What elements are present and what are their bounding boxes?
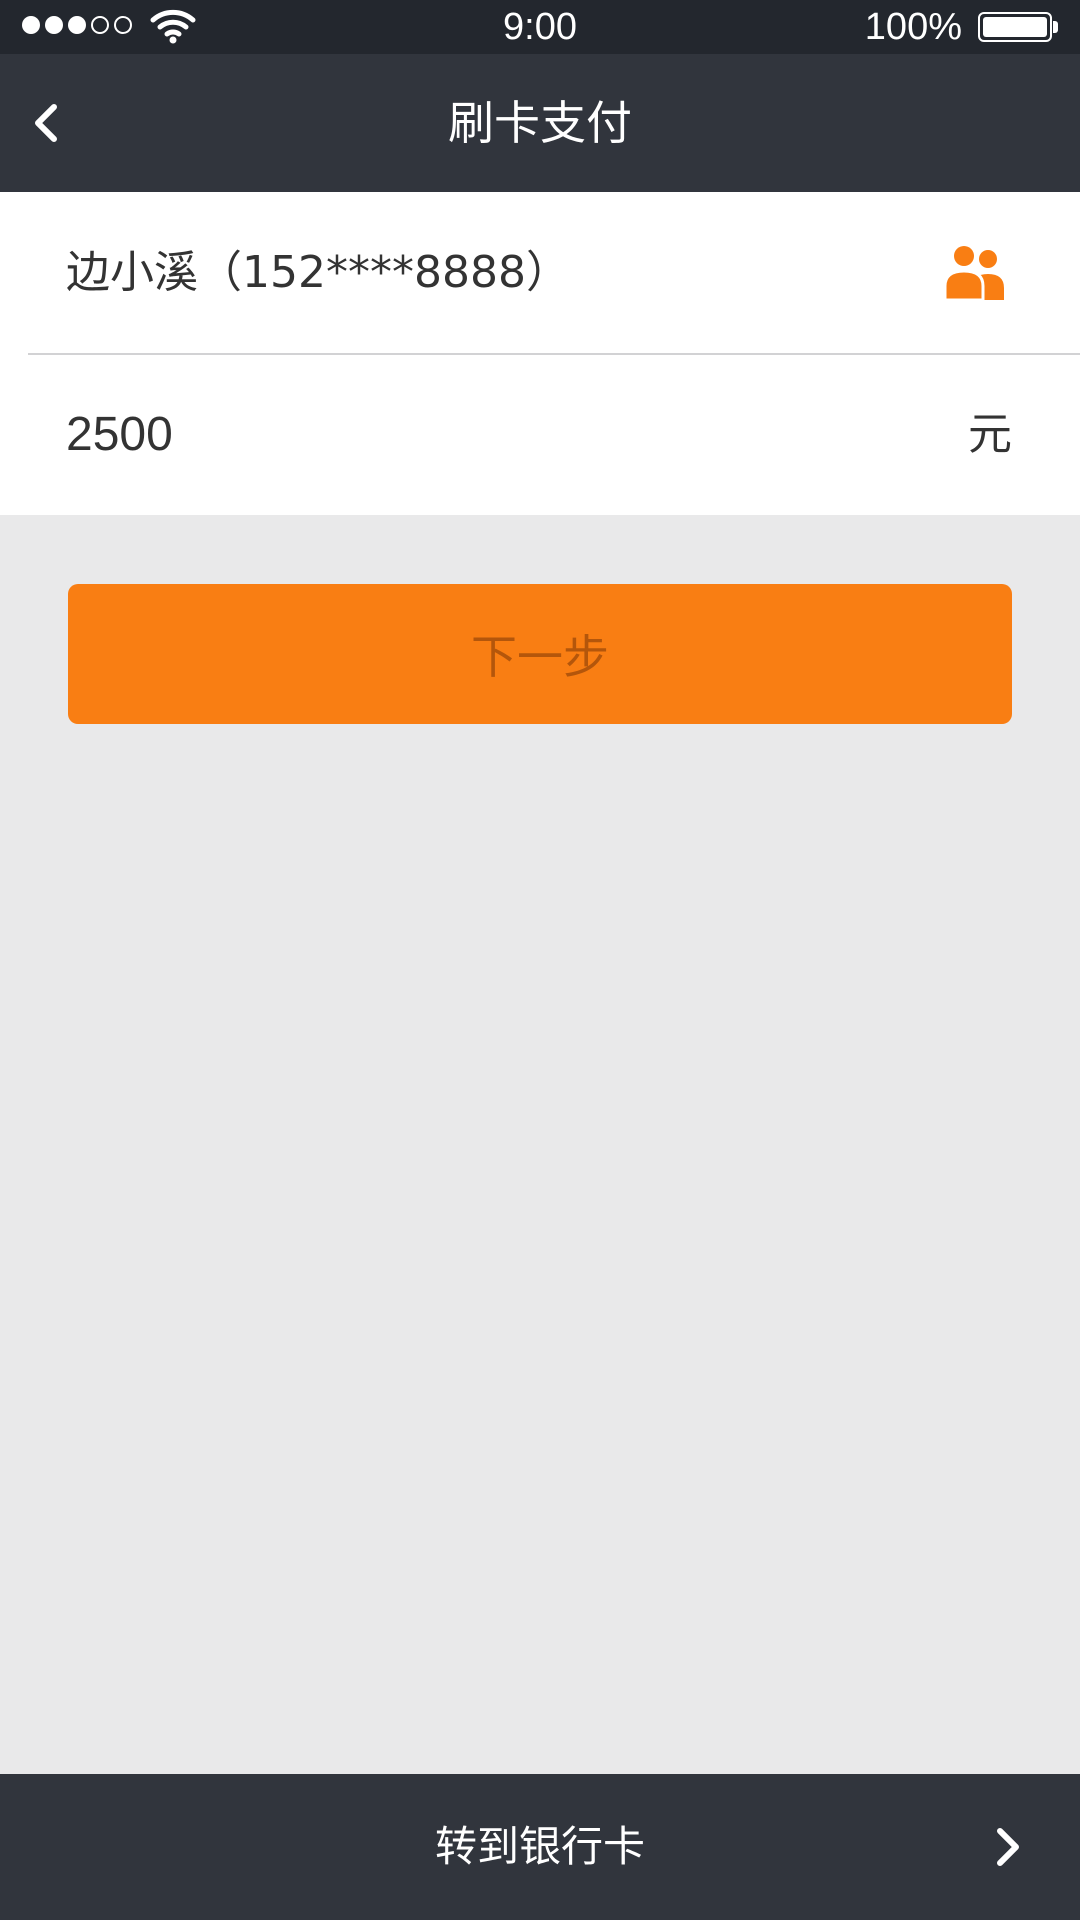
amount-input[interactable] xyxy=(66,354,866,515)
nav-bar: 刷卡支付 xyxy=(0,54,1080,192)
back-button[interactable] xyxy=(14,87,86,159)
payee-label: 边小溪（152****8888） xyxy=(66,247,570,298)
battery-percent: 100% xyxy=(864,6,962,48)
screen: 9:00 100% 刷卡支付 边小溪（152****8888） 2500 元 下… xyxy=(0,0,1080,1920)
currency-unit: 元 xyxy=(968,409,1012,460)
transfer-to-bank-card-bar[interactable]: 转到银行卡 xyxy=(0,1774,1080,1920)
battery-fill xyxy=(983,17,1047,37)
battery-cap xyxy=(1053,21,1058,33)
payee-row[interactable]: 边小溪（152****8888） xyxy=(0,192,1080,353)
chevron-right-icon xyxy=(997,1828,1019,1866)
chevron-left-icon xyxy=(35,104,57,142)
next-step-button[interactable]: 下一步 xyxy=(68,584,1012,724)
transfer-to-bank-card-label: 转到银行卡 xyxy=(434,1822,645,1871)
contacts-icon[interactable] xyxy=(942,244,1012,300)
battery-icon xyxy=(978,12,1052,42)
page-title: 刷卡支付 xyxy=(448,96,632,150)
payment-form: 边小溪（152****8888） 元 xyxy=(0,192,1080,515)
status-bar: 9:00 100% xyxy=(0,0,1080,54)
amount-row: 元 xyxy=(0,354,1080,515)
